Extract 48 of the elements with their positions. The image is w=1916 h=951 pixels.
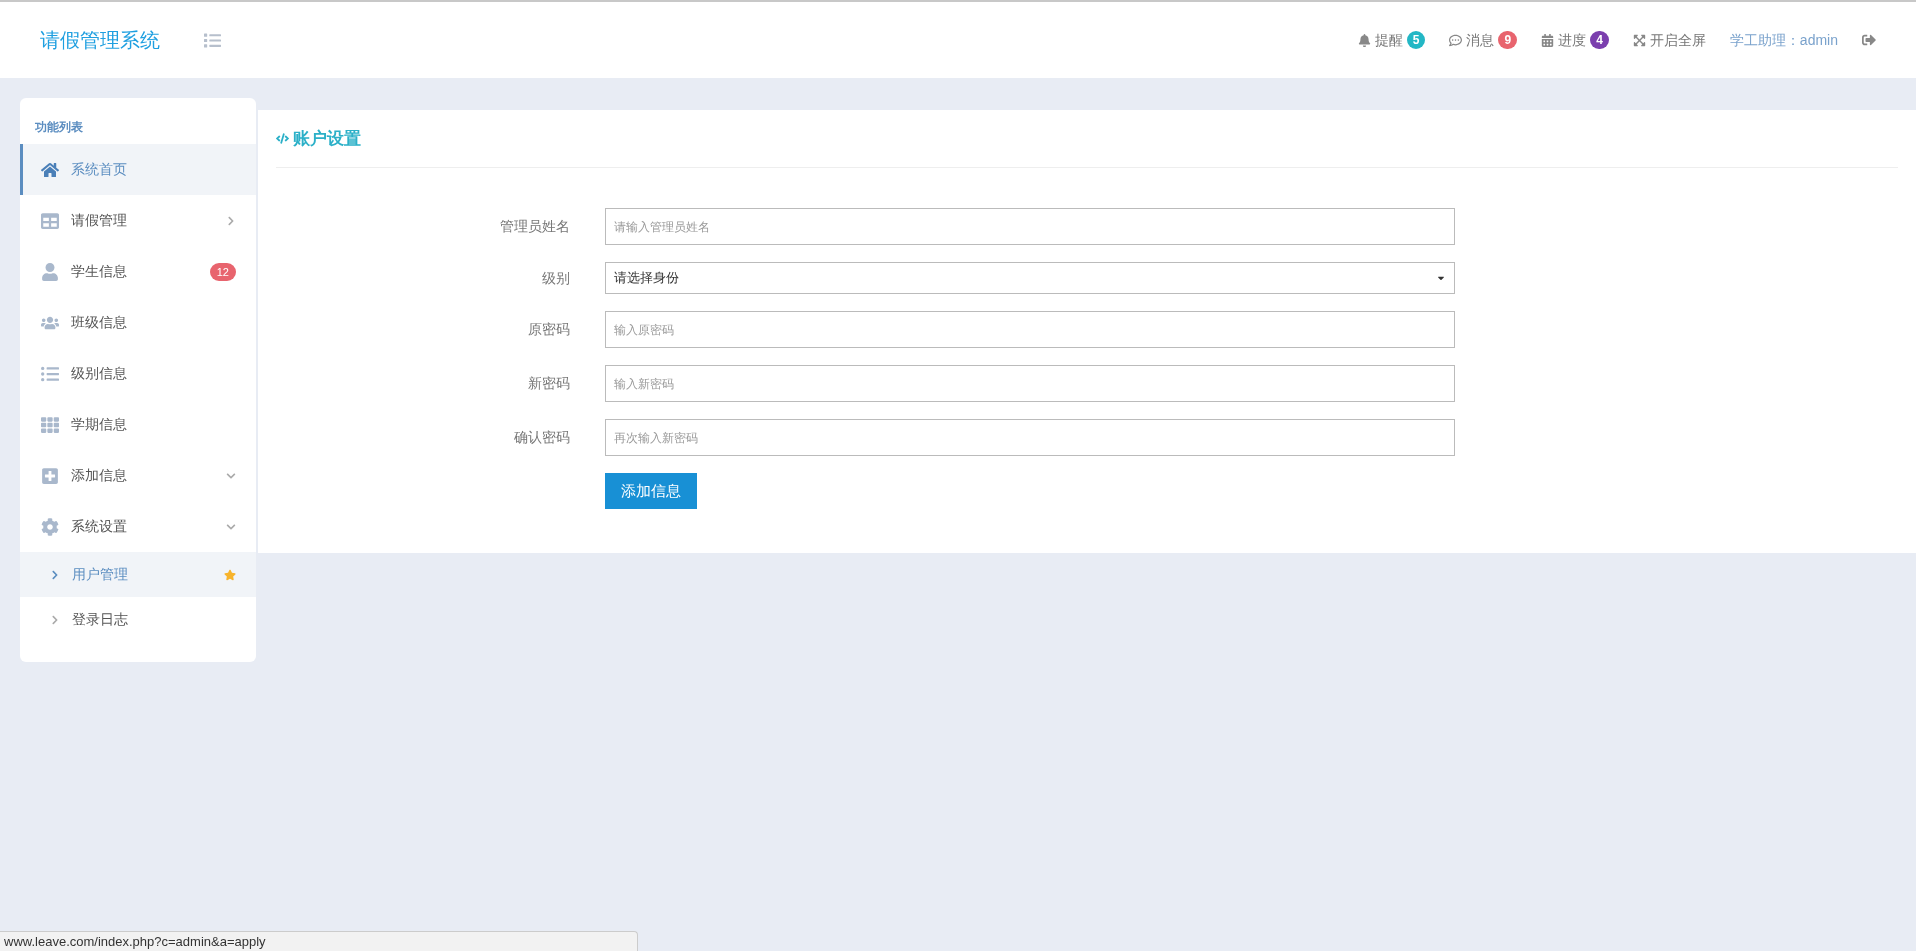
count-badge: 9 <box>1498 31 1518 49</box>
grid-icon <box>41 415 59 434</box>
nav-link[interactable]: 进度 4 <box>1541 29 1609 51</box>
plus-icon <box>41 466 59 485</box>
list-icon <box>41 364 59 383</box>
input-field[interactable]: 输入原密码 <box>605 311 1455 348</box>
sidebar-item[interactable]: 学生信息 12 <box>20 246 256 297</box>
status-bar: www.leave.com/index.php?c=admin&a=apply <box>0 931 638 951</box>
sidebar-heading: 功能列表 <box>34 119 84 136</box>
submenu-item[interactable]: 登录日志 <box>20 597 256 642</box>
field-label: 管理员姓名 <box>499 217 571 236</box>
expand-icon <box>1632 33 1646 47</box>
nav-link[interactable]: 提醒 5 <box>1357 29 1426 51</box>
sidebar-item[interactable]: 级别信息 <box>20 348 256 399</box>
input-field[interactable]: 输入新密码 <box>605 365 1455 402</box>
submit-button[interactable]: 添加信息 <box>605 473 697 509</box>
chevron-right-icon <box>226 215 236 226</box>
user-icon <box>41 262 59 281</box>
field-label: 确认密码 <box>513 428 571 447</box>
table-icon <box>41 211 59 230</box>
input-field[interactable]: 再次输入新密码 <box>605 419 1455 456</box>
code-icon <box>276 132 289 145</box>
bell-icon <box>1357 33 1371 47</box>
field-label: 新密码 <box>527 374 571 393</box>
count-badge: 5 <box>1406 31 1426 49</box>
sidebar-item[interactable]: 系统设置 <box>20 501 256 552</box>
menu-icon[interactable] <box>204 31 221 49</box>
select-field[interactable]: 请选择身份 <box>605 262 1455 294</box>
settings-icon <box>41 517 59 536</box>
input-field[interactable]: 请输入管理员姓名 <box>605 208 1455 245</box>
count-badge: 4 <box>1590 31 1609 49</box>
calendar-icon <box>1541 33 1555 47</box>
field-label: 级别 <box>541 268 571 288</box>
chevron-right-icon <box>50 569 60 580</box>
home-icon <box>41 160 59 179</box>
field-label: 原密码 <box>527 320 571 339</box>
nav-link[interactable]: 消息 9 <box>1449 29 1518 51</box>
sidebar-item[interactable]: 学期信息 <box>20 399 256 450</box>
count-badge: 12 <box>209 262 236 281</box>
panel-title: 账户设置 <box>293 127 361 150</box>
chevron-right-icon <box>50 614 60 625</box>
logout-icon[interactable] <box>1862 33 1876 47</box>
sidebar-item[interactable]: 添加信息 <box>20 450 256 501</box>
app-title: 请假管理系统 <box>40 28 160 53</box>
sidebar-item[interactable]: 请假管理 <box>20 195 256 246</box>
sidebar-item[interactable]: 班级信息 <box>20 297 256 348</box>
nav-link[interactable]: 开启全屏 <box>1632 29 1706 51</box>
chat-icon <box>1449 33 1463 47</box>
